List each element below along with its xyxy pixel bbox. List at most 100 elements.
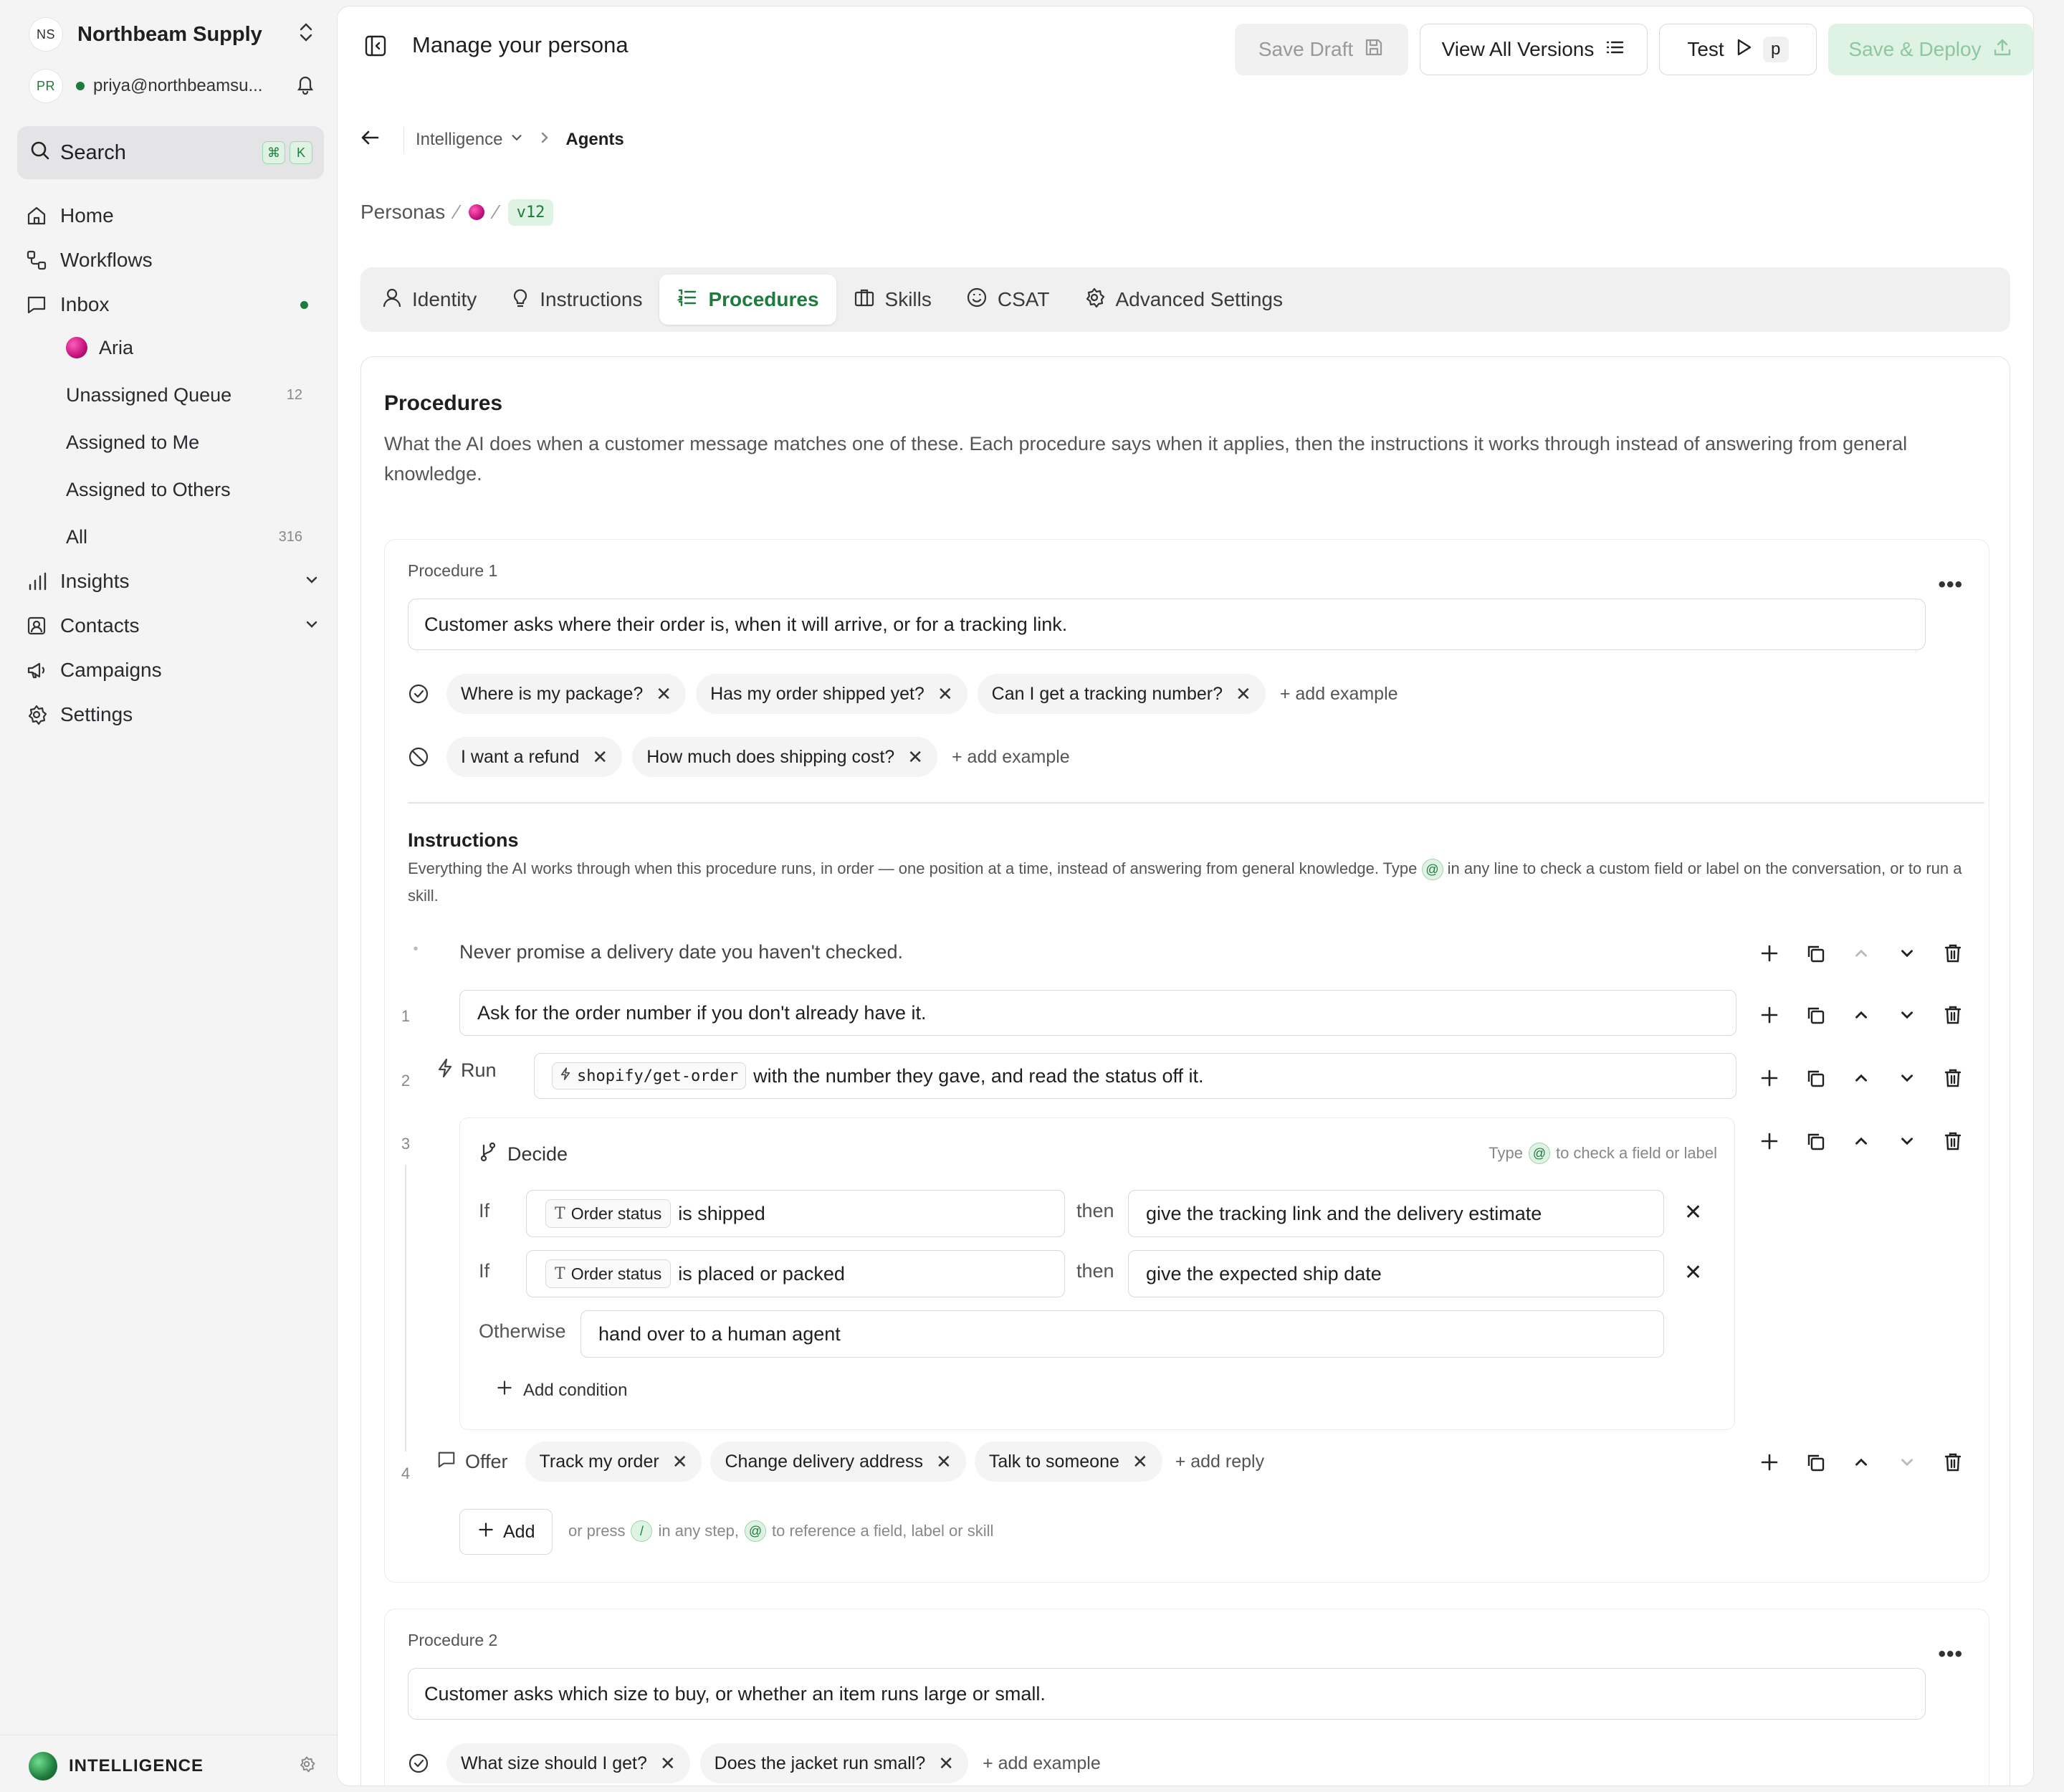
close-icon[interactable]: ✕ — [656, 683, 672, 705]
plus-icon[interactable] — [1747, 1005, 1792, 1025]
copy-icon[interactable] — [1792, 1452, 1838, 1473]
copy-icon[interactable] — [1792, 1130, 1838, 1152]
chevron-down-icon[interactable] — [1884, 1133, 1930, 1150]
close-icon[interactable]: ✕ — [1684, 1200, 1702, 1225]
trash-icon[interactable] — [1930, 1452, 1976, 1473]
workspace-switcher[interactable]: NS Northbeam Supply — [29, 17, 315, 52]
reply-chip[interactable]: Change delivery address ✕ — [710, 1441, 966, 1482]
save-draft-button[interactable]: Save Draft — [1235, 24, 1408, 75]
nav-workflows[interactable]: Workflows — [26, 244, 320, 277]
nav-inbox[interactable]: Inbox — [26, 288, 320, 321]
copy-icon[interactable] — [1792, 1067, 1838, 1089]
example-chip[interactable]: I want a refund ✕ — [446, 737, 623, 777]
field-chip[interactable]: T Order status — [545, 1259, 672, 1288]
reply-chip[interactable]: Track my order ✕ — [525, 1441, 702, 1482]
condition-1-input[interactable]: T Order status is shipped — [526, 1190, 1065, 1237]
plus-icon[interactable] — [1747, 1068, 1792, 1088]
add-example-link[interactable]: + add example — [983, 1753, 1101, 1774]
close-icon[interactable]: ✕ — [937, 683, 953, 705]
sidebar-item-aria[interactable]: Aria — [66, 331, 302, 364]
close-icon[interactable]: ✕ — [592, 746, 608, 768]
tab-instructions[interactable]: Instructions — [494, 275, 659, 325]
example-chip[interactable]: Does the jacket run small? ✕ — [699, 1743, 969, 1783]
example-chip[interactable]: Where is my package? ✕ — [446, 674, 687, 714]
breadcrumb-parent[interactable]: Intelligence — [416, 130, 502, 150]
sidebar-item-assigned-others[interactable]: Assigned to Others — [66, 473, 302, 506]
plus-icon[interactable] — [1747, 1131, 1792, 1151]
close-icon[interactable]: ✕ — [938, 1753, 954, 1775]
nav-settings[interactable]: Settings — [26, 698, 320, 731]
back-arrow-icon[interactable] — [359, 126, 382, 154]
close-icon[interactable]: ✕ — [660, 1753, 676, 1775]
chevron-down-icon[interactable] — [1884, 1006, 1930, 1024]
gear-icon[interactable] — [298, 1755, 315, 1778]
sidebar-item-all[interactable]: All 316 — [66, 520, 302, 553]
step-2-input[interactable]: shopify/get-order with the number they g… — [534, 1053, 1736, 1099]
nav-home[interactable]: Home — [26, 199, 320, 232]
intelligence-footer[interactable]: INTELLIGENCE — [29, 1752, 315, 1781]
chevron-down-icon[interactable] — [1884, 1069, 1930, 1087]
sidebar-item-unassigned[interactable]: Unassigned Queue 12 — [66, 378, 302, 411]
tab-csat[interactable]: CSAT — [949, 275, 1067, 325]
add-condition-button[interactable]: Add condition — [496, 1379, 627, 1401]
more-options-icon[interactable]: ••• — [1938, 1642, 1963, 1667]
test-button[interactable]: Test p — [1659, 24, 1817, 75]
reply-chip[interactable]: Talk to someone ✕ — [974, 1441, 1162, 1482]
sidebar-toggle-icon[interactable] — [363, 34, 388, 63]
view-all-versions-button[interactable]: View All Versions — [1420, 24, 1648, 75]
example-chip[interactable]: Can I get a tracking number? ✕ — [977, 674, 1266, 714]
save-deploy-button[interactable]: Save & Deploy — [1828, 24, 2033, 75]
example-chip[interactable]: Has my order shipped yet? ✕ — [696, 674, 968, 714]
close-icon[interactable]: ✕ — [907, 746, 923, 768]
tab-procedures[interactable]: Procedures — [659, 275, 836, 325]
condition-2-then-input[interactable]: give the expected ship date — [1128, 1250, 1664, 1297]
otherwise-input[interactable]: hand over to a human agent — [580, 1310, 1664, 1358]
field-chip[interactable]: T Order status — [545, 1199, 672, 1228]
nav-contacts[interactable]: Contacts — [26, 609, 320, 642]
trash-icon[interactable] — [1930, 1130, 1976, 1152]
add-example-link[interactable]: + add example — [952, 747, 1070, 768]
plus-icon[interactable] — [1747, 1452, 1792, 1472]
close-icon[interactable]: ✕ — [936, 1451, 952, 1473]
add-example-link[interactable]: + add example — [1280, 684, 1398, 705]
procedure-trigger-input[interactable]: Customer asks where their order is, when… — [408, 599, 1926, 650]
close-icon[interactable]: ✕ — [672, 1451, 688, 1473]
tab-identity[interactable]: Identity — [365, 275, 494, 325]
procedure-trigger-input[interactable]: Customer asks which size to buy, or whet… — [408, 1668, 1926, 1720]
copy-icon[interactable] — [1792, 1004, 1838, 1026]
skill-chip[interactable]: shopify/get-order — [552, 1062, 747, 1090]
tab-advanced-settings[interactable]: Advanced Settings — [1066, 275, 1300, 325]
chevron-up-icon[interactable] — [1838, 1069, 1884, 1087]
chevron-up-icon[interactable] — [1838, 945, 1884, 962]
example-chip[interactable]: How much does shipping cost? ✕ — [632, 737, 938, 777]
close-icon[interactable]: ✕ — [1132, 1451, 1148, 1473]
copy-icon[interactable] — [1792, 943, 1838, 964]
chevron-down-icon[interactable] — [1884, 945, 1930, 962]
user-row[interactable]: PR priya@northbeamsu... — [29, 69, 315, 103]
close-icon[interactable]: ✕ — [1684, 1260, 1702, 1285]
chevron-up-icon[interactable] — [1838, 1133, 1884, 1150]
trash-icon[interactable] — [1930, 943, 1976, 964]
sidebar-item-assigned-me[interactable]: Assigned to Me — [66, 426, 302, 459]
trash-icon[interactable] — [1930, 1067, 1976, 1089]
add-step-button[interactable]: Add — [459, 1509, 553, 1555]
search-button[interactable]: Search ⌘ K — [17, 126, 324, 179]
plus-icon[interactable] — [1747, 943, 1792, 963]
chevron-up-icon[interactable] — [1838, 1006, 1884, 1024]
chevron-up-icon[interactable] — [1838, 1454, 1884, 1471]
rule-text[interactable]: Never promise a delivery date you haven'… — [459, 941, 903, 963]
condition-1-then-input[interactable]: give the tracking link and the delivery … — [1128, 1190, 1664, 1237]
nav-insights[interactable]: Insights — [26, 565, 320, 598]
bell-icon[interactable] — [295, 73, 315, 100]
chevron-down-icon[interactable] — [510, 130, 524, 150]
trash-icon[interactable] — [1930, 1004, 1976, 1026]
close-icon[interactable]: ✕ — [1236, 683, 1251, 705]
nav-campaigns[interactable]: Campaigns — [26, 654, 320, 687]
add-reply-link[interactable]: + add reply — [1175, 1452, 1264, 1472]
more-options-icon[interactable]: ••• — [1938, 573, 1963, 597]
tab-skills[interactable]: Skills — [836, 275, 949, 325]
personas-link[interactable]: Personas — [360, 201, 445, 224]
step-1-input[interactable]: Ask for the order number if you don't al… — [459, 990, 1736, 1036]
example-chip[interactable]: What size should I get? ✕ — [446, 1743, 690, 1783]
condition-2-input[interactable]: T Order status is placed or packed — [526, 1250, 1065, 1297]
